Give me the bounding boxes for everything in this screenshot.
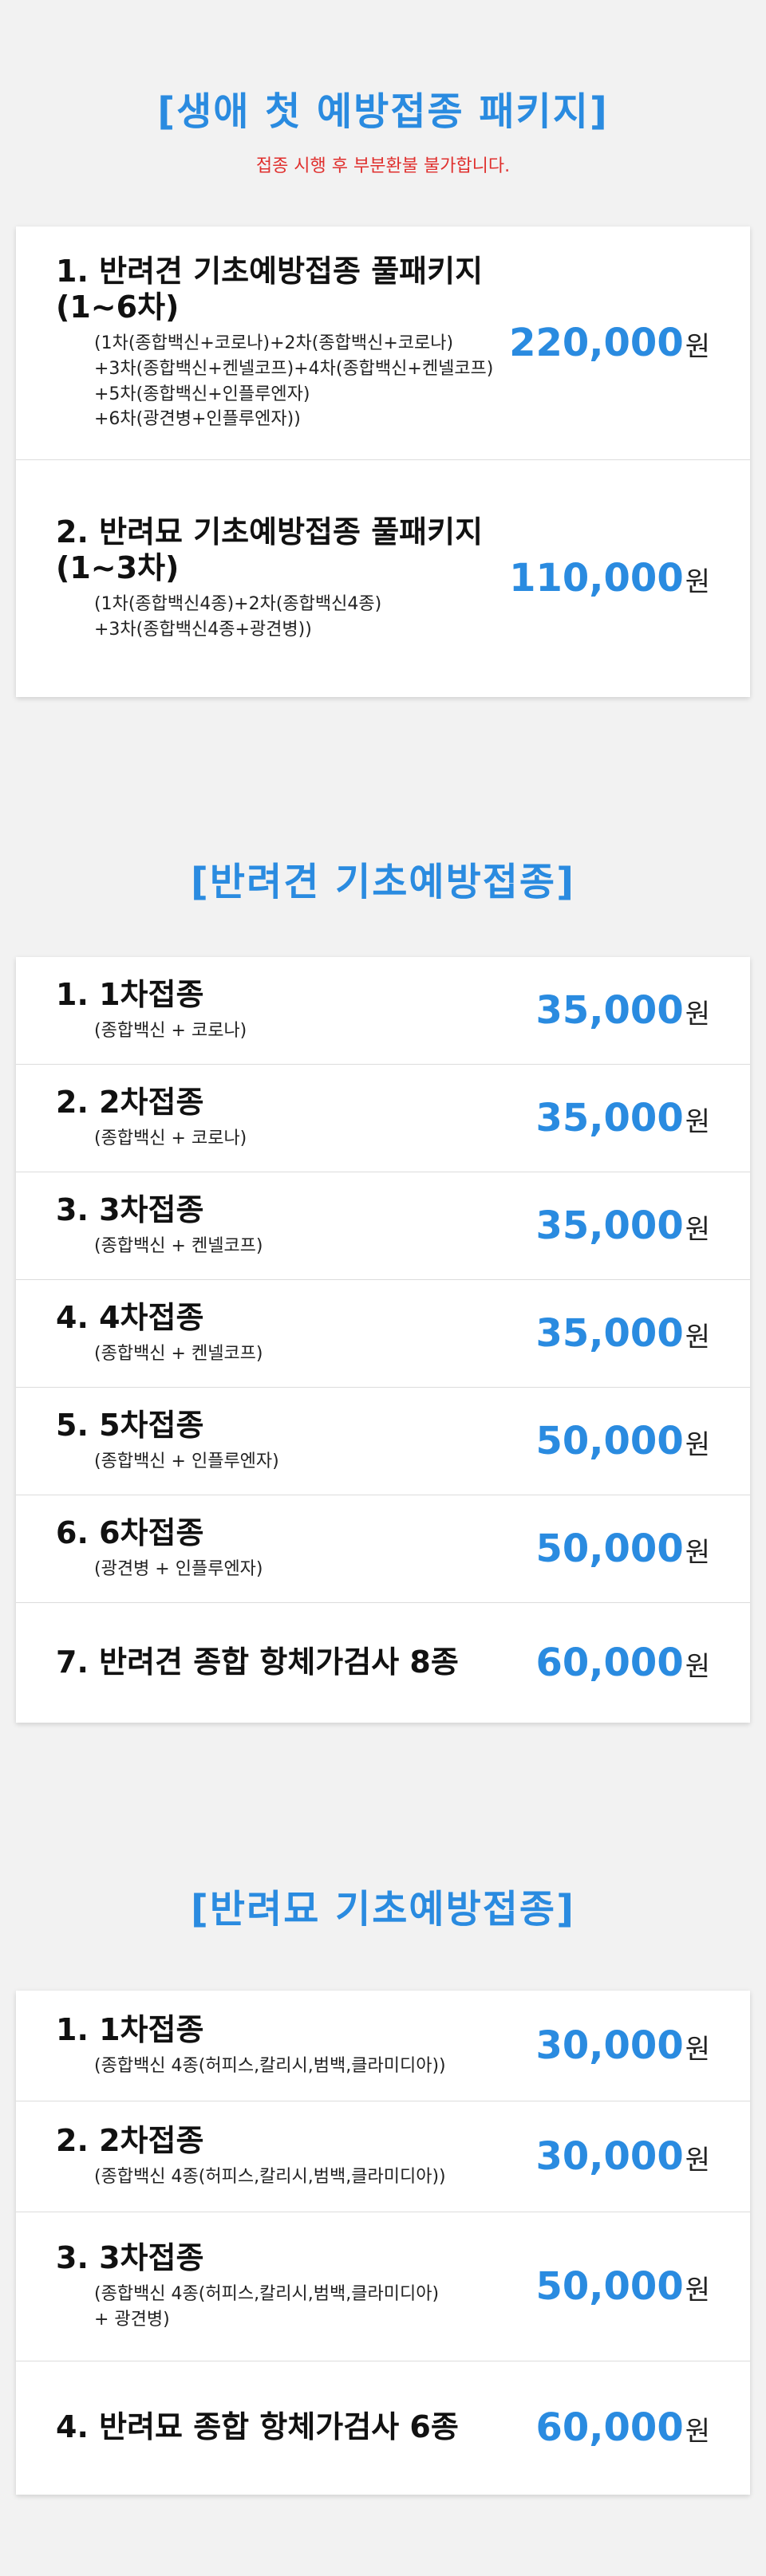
price-value: 35,000 <box>535 1203 684 1248</box>
item-detail: (1차(종합백신4종)+2차(종합백신4종) +3차(종합백신4종+광견병)) <box>94 593 382 640</box>
price-unit: 원 <box>685 1429 710 1461</box>
price-value: 35,000 <box>535 1311 684 1356</box>
list-item: 1. 반려견 기초예방접종 풀패키지 (1~6차) (1차(종합백신+코로나)+… <box>16 226 750 460</box>
price-value: 35,000 <box>535 988 684 1033</box>
package-card: 1. 반려견 기초예방접종 풀패키지 (1~6차) (1차(종합백신+코로나)+… <box>16 226 750 697</box>
price-value: 35,000 <box>535 1096 684 1140</box>
item-name: 1. 반려견 기초예방접종 풀패키지 (1~6차) <box>56 253 484 325</box>
item-name: 3. 3차접종 <box>56 2240 204 2276</box>
item-name: 1. 1차접종 <box>56 2012 204 2048</box>
list-item: 1. 1차접종 (종합백신 4종(허피스,칼리시,범백,클라미디아)) 30,00… <box>16 1991 750 2101</box>
item-name: 7. 반려견 종합 항체가검사 8종 <box>56 1644 459 1680</box>
item-detail: (종합백신 + 켄넬코프) <box>94 1343 263 1364</box>
price-value: 50,000 <box>535 1526 684 1571</box>
item-name: 1. 1차접종 <box>56 977 204 1013</box>
price-unit: 원 <box>685 2416 710 2448</box>
dog-vaccination-card: 1. 1차접종 (종합백신 + 코로나) 35,000원 2. 2차접종 (종합백신… <box>16 957 750 1723</box>
price-unit: 원 <box>685 1537 710 1569</box>
item-price: 30,000원 <box>535 2134 710 2179</box>
list-item: 6. 6차접종 (광견병 + 인플루엔자) 50,000원 <box>16 1495 750 1603</box>
price-value: 30,000 <box>535 2134 684 2179</box>
list-item: 3. 3차접종 (종합백신 4종(허피스,칼리시,범백,클라미디아) + 광견병)… <box>16 2212 750 2361</box>
price-value: 50,000 <box>535 1419 684 1463</box>
price-unit: 원 <box>685 2145 710 2176</box>
package-section-title: [생애 첫 예방접종 패키지] <box>157 89 609 134</box>
price-value: 60,000 <box>535 2405 684 2450</box>
cat-vaccination-card: 1. 1차접종 (종합백신 4종(허피스,칼리시,범백,클라미디아)) 30,00… <box>16 1991 750 2495</box>
item-price: 35,000원 <box>535 988 710 1033</box>
item-price: 50,000원 <box>535 2264 710 2309</box>
list-item: 5. 5차접종 (종합백신 + 인플루엔자) 50,000원 <box>16 1388 750 1495</box>
item-price: 220,000원 <box>509 321 710 365</box>
item-price: 110,000원 <box>509 556 710 601</box>
price-unit: 원 <box>685 2034 710 2066</box>
item-name: 3. 3차접종 <box>56 1192 204 1228</box>
price-unit: 원 <box>685 998 710 1030</box>
item-price: 60,000원 <box>535 1641 710 1685</box>
item-price: 35,000원 <box>535 1096 710 1140</box>
item-detail: (종합백신 4종(허피스,칼리시,범백,클라미디아) + 광견병) <box>94 2283 440 2330</box>
item-detail: (종합백신 + 코로나) <box>94 1128 247 1148</box>
item-detail: (광견병 + 인플루엔자) <box>94 1558 263 1579</box>
item-name: 6. 6차접종 <box>56 1515 204 1551</box>
item-price: 30,000원 <box>535 2023 710 2068</box>
dog-section-title: [반려견 기초예방접종] <box>190 860 576 904</box>
price-unit: 원 <box>685 2275 710 2306</box>
list-item: 2. 2차접종 (종합백신 4종(허피스,칼리시,범백,클라미디아)) 30,00… <box>16 2101 750 2212</box>
item-price: 60,000원 <box>535 2405 710 2450</box>
item-price: 50,000원 <box>535 1526 710 1571</box>
item-name: 2. 2차접종 <box>56 1085 204 1121</box>
price-unit: 원 <box>685 1651 710 1683</box>
list-item: 4. 4차접종 (종합백신 + 켄넬코프) 35,000원 <box>16 1280 750 1388</box>
item-detail: (1차(종합백신+코로나)+2차(종합백신+코로나) +3차(종합백신+켄넬코프… <box>94 333 494 430</box>
price-value: 30,000 <box>535 2023 684 2068</box>
item-name: 2. 반려묘 기초예방접종 풀패키지 (1~3차) <box>56 514 484 586</box>
price-value: 50,000 <box>535 2264 684 2309</box>
price-value: 60,000 <box>535 1641 684 1685</box>
list-item: 3. 3차접종 (종합백신 + 켄넬코프) 35,000원 <box>16 1172 750 1280</box>
list-item: 1. 1차접종 (종합백신 + 코로나) 35,000원 <box>16 957 750 1065</box>
item-name: 5. 5차접종 <box>56 1408 204 1444</box>
item-detail: (종합백신 4종(허피스,칼리시,범백,클라미디아)) <box>94 2055 446 2076</box>
price-unit: 원 <box>685 1214 710 1246</box>
list-item: 4. 반려묘 종합 항체가검사 6종 60,000원 <box>16 2361 750 2494</box>
price-value: 220,000 <box>509 321 684 365</box>
price-unit: 원 <box>685 1106 710 1138</box>
item-detail: (종합백신 4종(허피스,칼리시,범백,클라미디아)) <box>94 2166 446 2187</box>
list-item: 2. 반려묘 기초예방접종 풀패키지 (1~3차) (1차(종합백신4종)+2차… <box>16 460 750 696</box>
item-price: 35,000원 <box>535 1311 710 1356</box>
price-value: 110,000 <box>509 556 684 601</box>
list-item: 2. 2차접종 (종합백신 + 코로나) 35,000원 <box>16 1065 750 1172</box>
item-detail: (종합백신 + 코로나) <box>94 1020 247 1041</box>
price-unit: 원 <box>685 1321 710 1353</box>
item-price: 35,000원 <box>535 1203 710 1248</box>
cat-section-title: [반려묘 기초예방접종] <box>190 1887 576 1932</box>
no-refund-notice: 접종 시행 후 부분환불 불가합니다. <box>255 156 511 176</box>
list-item: 7. 반려견 종합 항체가검사 8종 60,000원 <box>16 1603 750 1723</box>
item-name: 4. 반려묘 종합 항체가검사 6종 <box>56 2409 459 2445</box>
price-unit: 원 <box>685 331 710 363</box>
item-name: 2. 2차접종 <box>56 2123 204 2159</box>
price-unit: 원 <box>685 566 710 598</box>
item-name: 4. 4차접종 <box>56 1300 204 1336</box>
item-price: 50,000원 <box>535 1419 710 1463</box>
item-detail: (종합백신 + 인플루엔자) <box>94 1451 279 1471</box>
item-detail: (종합백신 + 켄넬코프) <box>94 1235 263 1256</box>
